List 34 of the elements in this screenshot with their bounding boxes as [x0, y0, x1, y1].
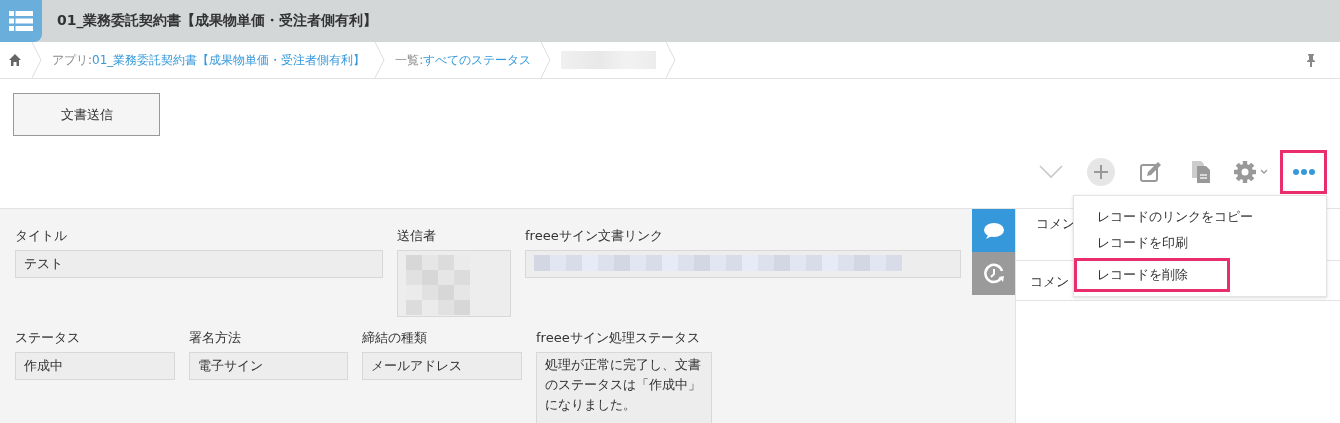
field-label: ステータス [15, 329, 81, 347]
menu-item[interactable]: レコードを印刷 [1074, 230, 1326, 256]
gear-icon [1233, 160, 1269, 184]
field-label: 署名方法 [189, 329, 242, 347]
app-list-icon [0, 0, 42, 42]
send-document-button[interactable]: 文書送信 [13, 93, 160, 136]
field-value: 処理が正常に完了し、文書のステータスは「作成中」になりました。 [536, 352, 712, 423]
pin-icon[interactable] [1306, 53, 1316, 67]
breadcrumb-label: 一覧: [395, 51, 424, 69]
menu-item[interactable]: レコードを削除 [1074, 258, 1230, 292]
field-label: freeeサイン文書リンク [525, 227, 664, 245]
clock-icon [982, 262, 1005, 285]
comment-tab[interactable] [972, 209, 1015, 252]
more-button[interactable] [1280, 150, 1327, 194]
edit-icon [1140, 161, 1162, 183]
more-icon [1291, 168, 1316, 176]
chevron-down-icon [1039, 165, 1063, 179]
field-label: タイトル [15, 227, 68, 245]
field-value: 作成中 [15, 352, 175, 380]
home-icon [8, 53, 22, 67]
history-tab[interactable] [972, 252, 1015, 295]
field-value: メールアドレス [362, 352, 522, 380]
document-copy-icon [1191, 160, 1211, 184]
speech-bubble-icon [982, 221, 1005, 240]
breadcrumb-label: アプリ: [52, 51, 93, 69]
app-title: 01_業務委託契約書【成果物単価・受注者側有利】 [57, 12, 378, 30]
field-label: 締結の種類 [362, 329, 428, 347]
plus-icon [1087, 158, 1115, 186]
comment-input-label: コメン [1030, 274, 1069, 289]
menu-item[interactable]: レコードのリンクをコピー [1074, 204, 1326, 230]
field-value: 電子サイン [189, 352, 348, 380]
field-label: 送信者 [397, 227, 437, 245]
field-label: freeeサイン処理ステータス [536, 329, 701, 347]
field-value: テスト [15, 250, 383, 278]
